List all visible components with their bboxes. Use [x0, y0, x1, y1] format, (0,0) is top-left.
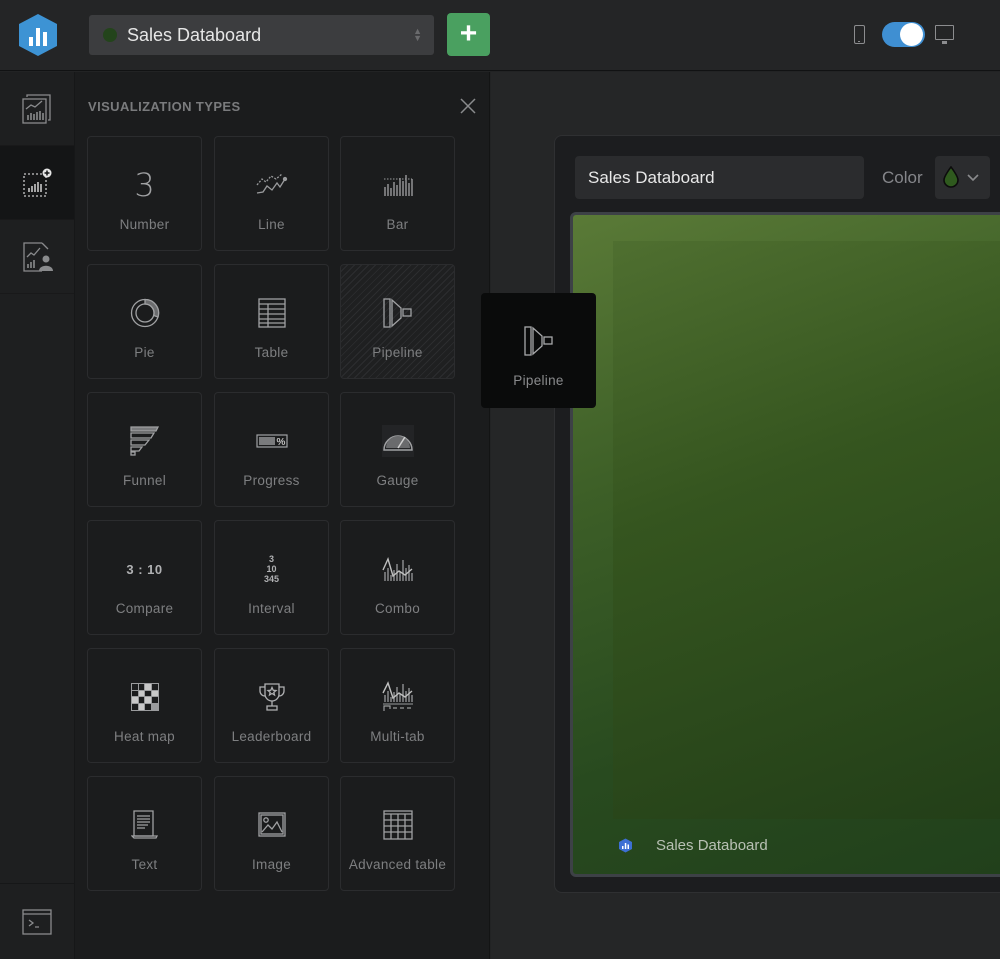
svg-text:%: % — [276, 437, 285, 448]
user-metrics-icon — [23, 241, 53, 272]
databoard-select-value: Sales Databoard — [127, 24, 262, 45]
table-icon — [257, 298, 286, 328]
tile-label: Funnel — [122, 473, 167, 488]
tile-table[interactable]: Table — [214, 264, 329, 379]
tile-label: Text — [131, 857, 158, 872]
tile-text[interactable]: Text — [87, 776, 202, 891]
databoard-select[interactable]: Sales Databoard ▲ ▼ — [89, 15, 434, 55]
tile-bar[interactable]: Bar — [340, 136, 455, 251]
tile-line[interactable]: Line — [214, 136, 329, 251]
advanced-table-icon — [382, 810, 413, 840]
console-icon — [22, 908, 52, 935]
progress-icon: % — [255, 434, 288, 448]
bar-chart-icon — [383, 175, 413, 196]
image-icon — [257, 812, 286, 837]
preview-logo-icon — [619, 838, 632, 853]
interval-glyph-line: 3 — [268, 554, 274, 564]
tile-label: Heat map — [114, 729, 175, 744]
interval-icon: 3 10 345 — [215, 551, 328, 587]
tile-progress[interactable]: % Progress — [214, 392, 329, 507]
tile-label: Compare — [115, 601, 174, 616]
tile-label: Interval — [248, 601, 295, 616]
tile-interval[interactable]: 3 10 345 Interval — [214, 520, 329, 635]
drag-ghost-label: Pipeline — [513, 373, 564, 388]
mobile-icon[interactable] — [854, 25, 865, 44]
preview-content-area — [613, 241, 1000, 819]
add-databoard-button[interactable]: + — [447, 13, 490, 56]
view-mode-toggle[interactable] — [882, 22, 925, 47]
tile-label: Number — [119, 217, 170, 232]
funnel-icon — [129, 426, 159, 456]
tile-label: Image — [251, 857, 292, 872]
tile-image[interactable]: Image — [214, 776, 329, 891]
tile-label: Progress — [243, 473, 300, 488]
tile-number[interactable]: 3 Number — [87, 136, 202, 251]
left-nav — [0, 72, 75, 959]
visualization-types-panel: VISUALIZATION TYPES 3 Number Line Bar Pi… — [75, 72, 490, 959]
desktop-icon[interactable] — [935, 25, 954, 44]
databoards-icon — [22, 93, 51, 124]
tile-label: Pipeline — [372, 345, 423, 360]
tile-label: Table — [254, 345, 289, 360]
chevron-down-icon — [967, 174, 979, 182]
tile-funnel[interactable]: Funnel — [87, 392, 202, 507]
tile-label: Bar — [386, 217, 409, 232]
multi-tab-icon — [381, 681, 413, 711]
select-arrows-icon: ▲ ▼ — [413, 26, 422, 43]
drag-ghost-pipeline[interactable]: Pipeline — [481, 293, 596, 408]
gauge-icon — [381, 425, 414, 457]
pie-chart-icon — [130, 298, 159, 328]
tile-label: Gauge — [376, 473, 419, 488]
app-logo-icon[interactable] — [17, 13, 59, 57]
nav-user-metrics[interactable] — [0, 220, 74, 294]
preview-footer-title: Sales Databoard — [656, 837, 768, 854]
tile-combo[interactable]: Combo — [340, 520, 455, 635]
databoard-preview — [570, 212, 1000, 877]
color-picker-dropdown[interactable] — [935, 156, 990, 199]
tile-compare[interactable]: 3 : 10 Compare — [87, 520, 202, 635]
tile-heat-map[interactable]: Heat map — [87, 648, 202, 763]
combo-chart-icon — [381, 556, 413, 581]
tile-label: Combo — [374, 601, 421, 616]
line-chart-icon — [256, 173, 287, 194]
tile-label: Pie — [134, 345, 155, 360]
top-bar: Sales Databoard ▲ ▼ + — [0, 0, 1000, 71]
nav-databoards[interactable] — [0, 72, 74, 146]
add-visualization-icon — [23, 168, 52, 197]
trophy-icon — [258, 683, 285, 711]
panel-title: VISUALIZATION TYPES — [88, 99, 241, 114]
compare-icon: 3 : 10 — [126, 561, 163, 577]
heat-map-icon — [130, 683, 159, 711]
tile-pie[interactable]: Pie — [87, 264, 202, 379]
tile-label: Leaderboard — [231, 729, 312, 744]
databoard-status-dot — [103, 28, 117, 42]
number-icon: 3 — [134, 166, 155, 204]
tile-label: Multi-tab — [370, 729, 425, 744]
interval-glyph-line: 10 — [266, 564, 277, 574]
tile-multi-tab[interactable]: Multi-tab — [340, 648, 455, 763]
databoard-name-input[interactable] — [575, 156, 864, 199]
nav-add-visualization[interactable] — [0, 146, 74, 220]
tile-label: Line — [258, 217, 285, 232]
pipeline-icon — [382, 298, 412, 328]
pipeline-icon — [523, 326, 553, 356]
close-icon[interactable] — [458, 96, 478, 116]
interval-glyph-line: 345 — [263, 574, 280, 584]
color-drop-icon — [943, 166, 959, 188]
tile-leaderboard[interactable]: Leaderboard — [214, 648, 329, 763]
color-label: Color — [882, 168, 923, 187]
tile-advanced-table[interactable]: Advanced table — [340, 776, 455, 891]
text-document-icon — [130, 810, 158, 839]
nav-console[interactable] — [0, 883, 74, 959]
tile-label: Advanced table — [348, 857, 447, 872]
tile-pipeline[interactable]: Pipeline — [340, 264, 455, 379]
toggle-knob — [900, 23, 923, 46]
tile-gauge[interactable]: Gauge — [340, 392, 455, 507]
